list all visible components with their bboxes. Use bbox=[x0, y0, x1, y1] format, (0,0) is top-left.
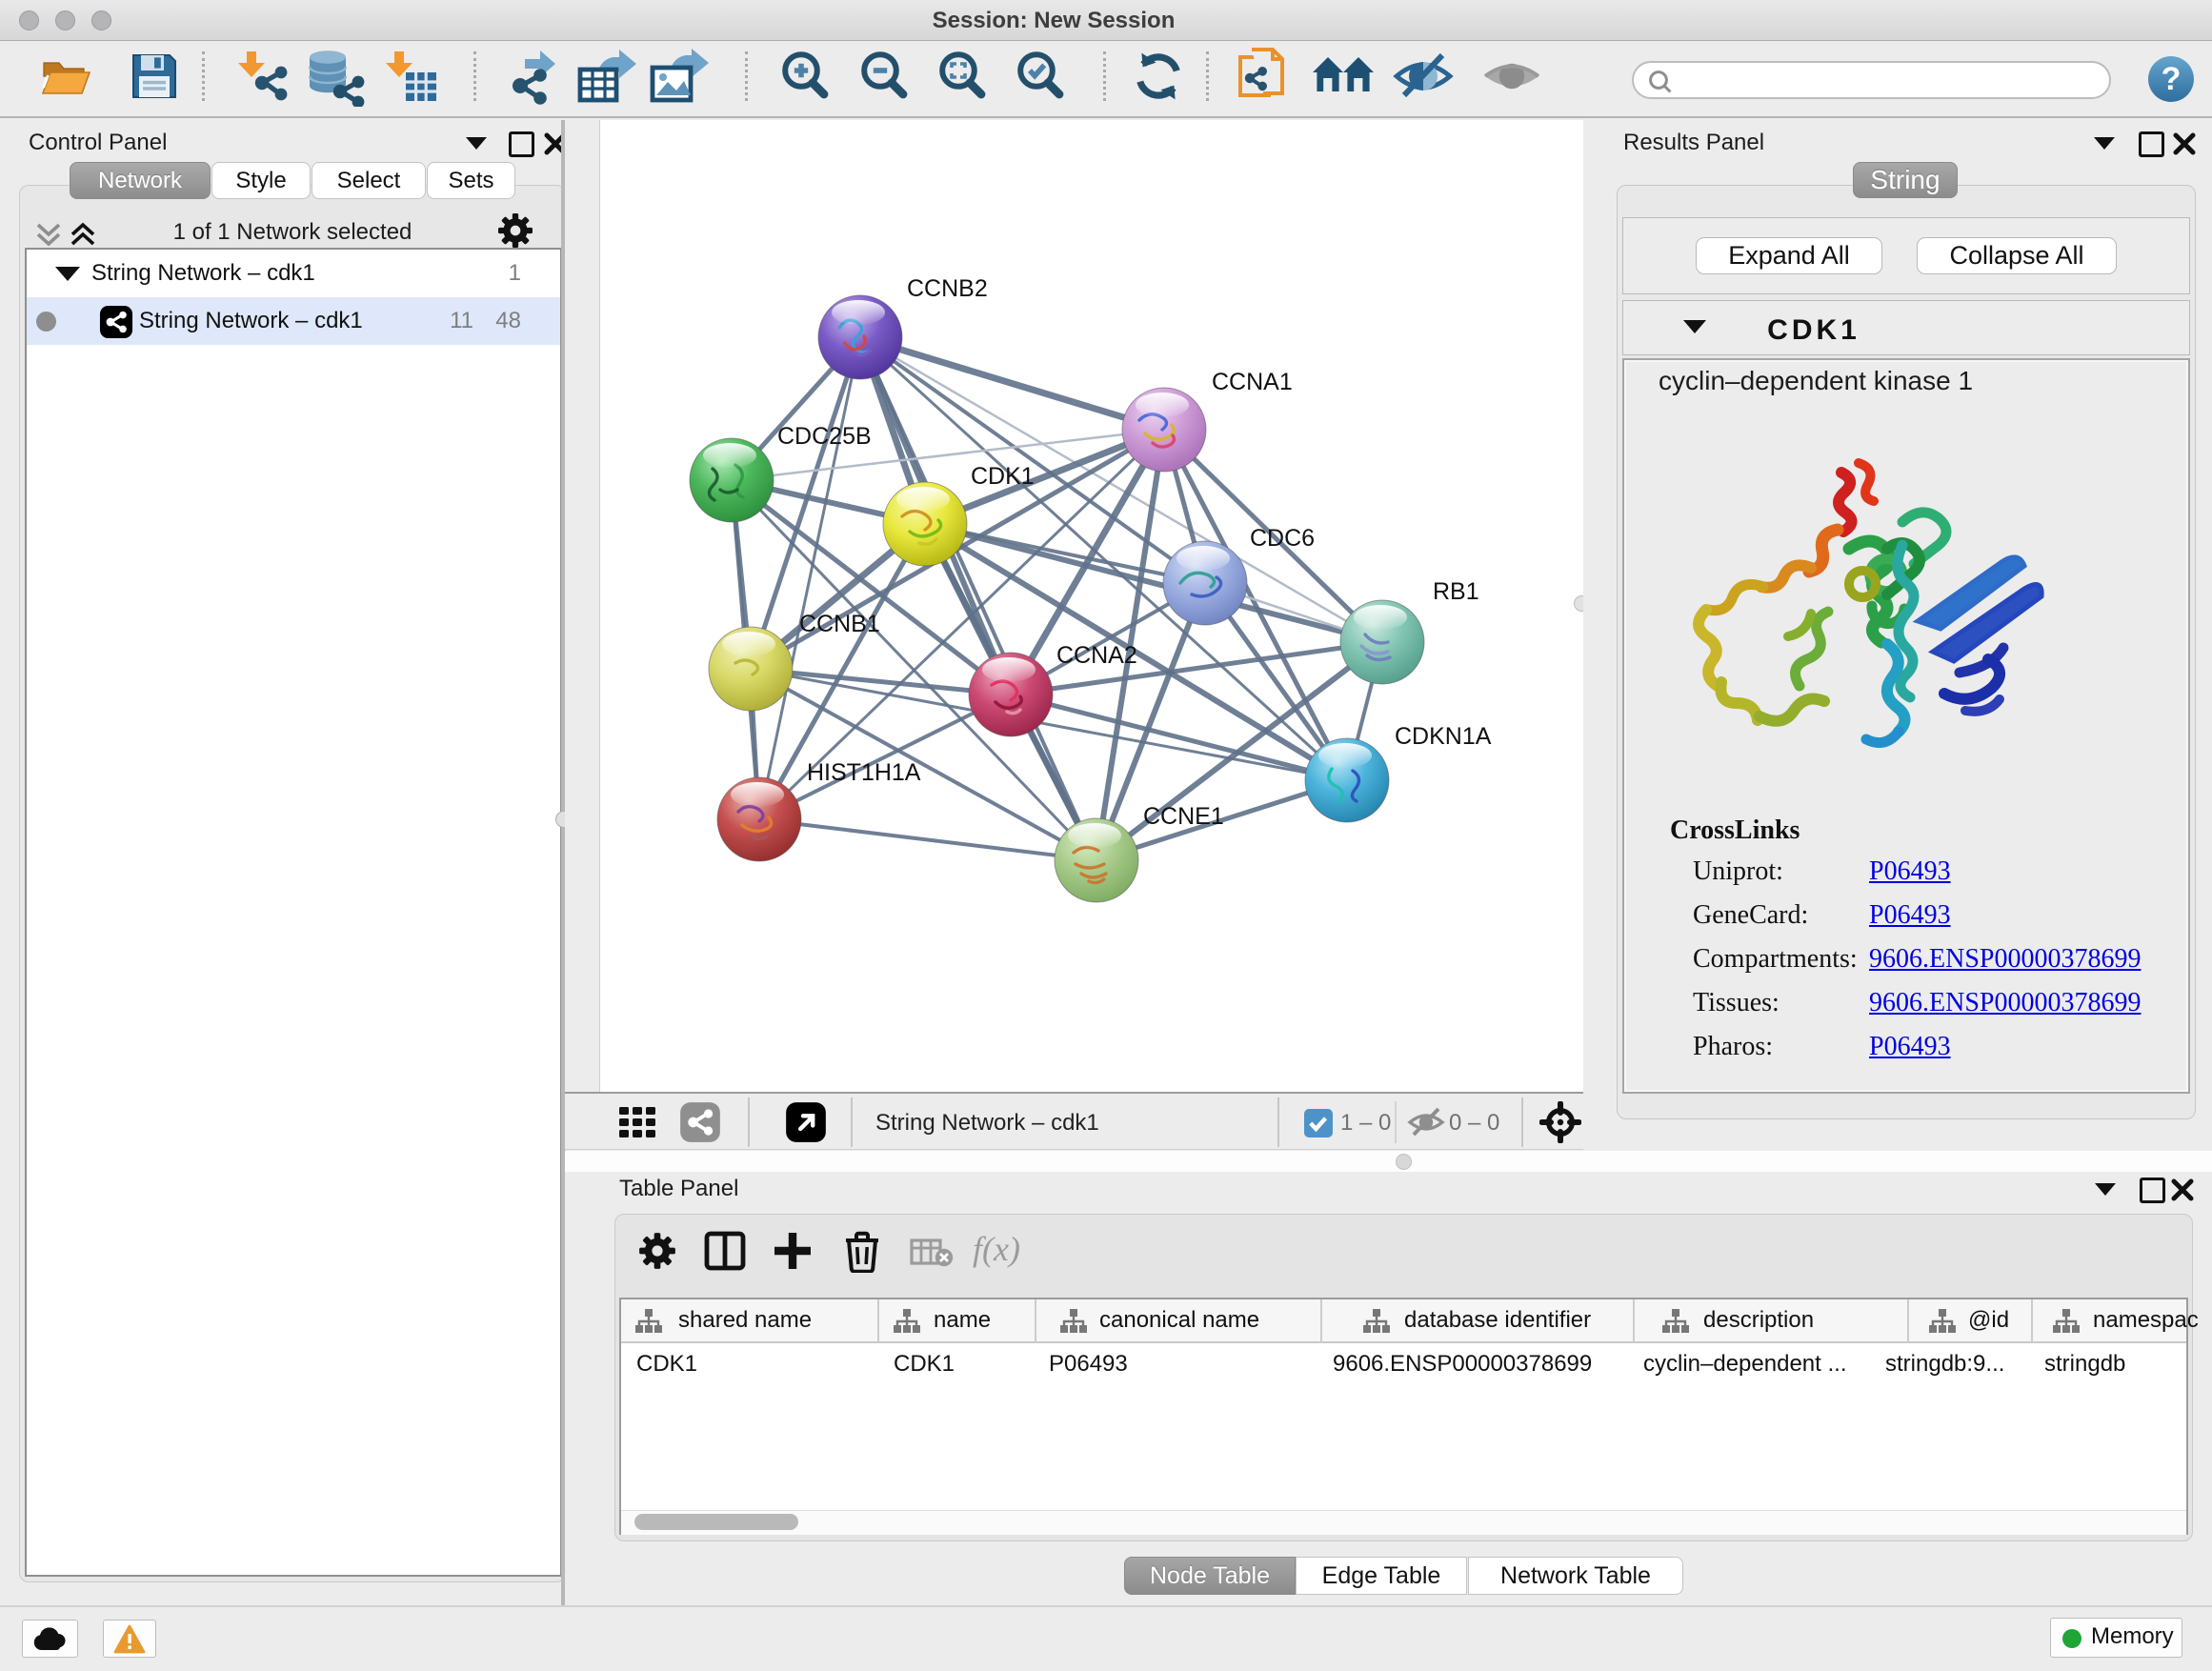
svg-text:CCNB1: CCNB1 bbox=[799, 611, 880, 637]
svg-text:CDKN1A: CDKN1A bbox=[1395, 723, 1492, 750]
svg-text:CCNA1: CCNA1 bbox=[1212, 369, 1293, 395]
svg-text:RB1: RB1 bbox=[1433, 578, 1479, 605]
svg-text:CDC6: CDC6 bbox=[1250, 525, 1315, 552]
svg-text:HIST1H1A: HIST1H1A bbox=[807, 759, 921, 786]
svg-text:CCNB2: CCNB2 bbox=[907, 275, 988, 302]
svg-text:CDC25B: CDC25B bbox=[777, 423, 872, 450]
svg-text:CCNA2: CCNA2 bbox=[1056, 642, 1137, 669]
svg-text:CCNE1: CCNE1 bbox=[1143, 803, 1224, 830]
svg-text:CDK1: CDK1 bbox=[971, 463, 1035, 490]
